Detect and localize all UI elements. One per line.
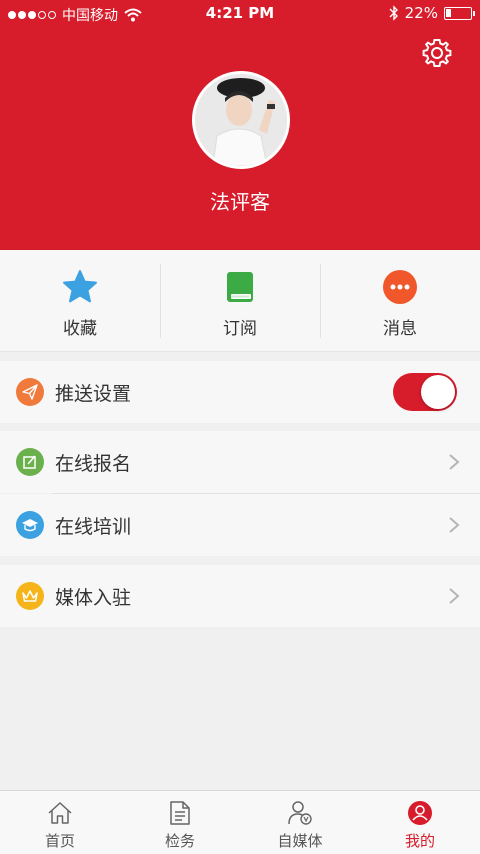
online-training-row[interactable]: 在线培训 <box>0 494 480 556</box>
avatar-image <box>195 74 287 166</box>
book-icon <box>221 268 259 306</box>
online-signup-label: 在线报名 <box>55 453 132 475</box>
graduation-cap-icon <box>16 511 44 539</box>
chevron-right-icon <box>449 517 460 533</box>
online-training-label: 在线培训 <box>55 516 132 538</box>
quick-actions: 收藏 订阅 消息 <box>0 250 480 352</box>
star-icon <box>61 268 99 306</box>
home-icon <box>47 800 73 826</box>
tab-home[interactable]: 首页 <box>0 791 120 854</box>
chevron-right-icon <box>449 588 460 604</box>
messages-button[interactable]: 消息 <box>320 250 480 351</box>
subscriptions-button[interactable]: 订阅 <box>160 250 320 351</box>
subscriptions-label: 订阅 <box>223 319 257 339</box>
online-signup-row[interactable]: 在线报名 <box>0 431 480 493</box>
tab-mine-label: 我的 <box>404 832 435 850</box>
crown-icon <box>16 582 44 610</box>
tab-media[interactable]: 自媒体 <box>240 791 360 854</box>
edit-icon <box>16 448 44 476</box>
send-icon <box>16 378 44 406</box>
tab-home-label: 首页 <box>44 832 75 850</box>
status-bar: 中国移动 4:21 PM 22% <box>0 0 480 28</box>
tab-affairs[interactable]: 检务 <box>120 791 240 854</box>
document-icon <box>167 800 193 826</box>
media-person-icon <box>287 800 313 826</box>
tab-mine[interactable]: 我的 <box>360 791 480 854</box>
profile-header: 中国移动 4:21 PM 22% 法评客 <box>0 0 480 250</box>
tab-bar: 首页 检务 自媒体 我的 <box>0 790 480 854</box>
push-settings-toggle[interactable] <box>393 373 457 411</box>
tab-media-label: 自媒体 <box>277 832 323 850</box>
profile-icon <box>407 800 433 826</box>
battery-icon <box>444 6 475 20</box>
avatar[interactable] <box>192 71 290 169</box>
media-join-row[interactable]: 媒体入驻 <box>0 565 480 627</box>
favorites-label: 收藏 <box>63 319 97 339</box>
battery-percent: 22% <box>404 4 438 22</box>
bluetooth-icon <box>389 5 398 21</box>
push-settings-row: 推送设置 <box>0 361 480 423</box>
chevron-right-icon <box>449 454 460 470</box>
battery-level <box>446 8 451 17</box>
toggle-knob <box>421 375 455 409</box>
media-join-label: 媒体入驻 <box>55 587 132 609</box>
message-icon <box>381 268 419 306</box>
messages-label: 消息 <box>383 319 417 339</box>
push-settings-label: 推送设置 <box>55 383 132 405</box>
username: 法评客 <box>210 190 270 214</box>
status-right: 22% <box>389 4 475 22</box>
gear-icon[interactable] <box>421 37 453 69</box>
tab-affairs-label: 检务 <box>164 832 195 850</box>
favorites-button[interactable]: 收藏 <box>0 250 160 351</box>
